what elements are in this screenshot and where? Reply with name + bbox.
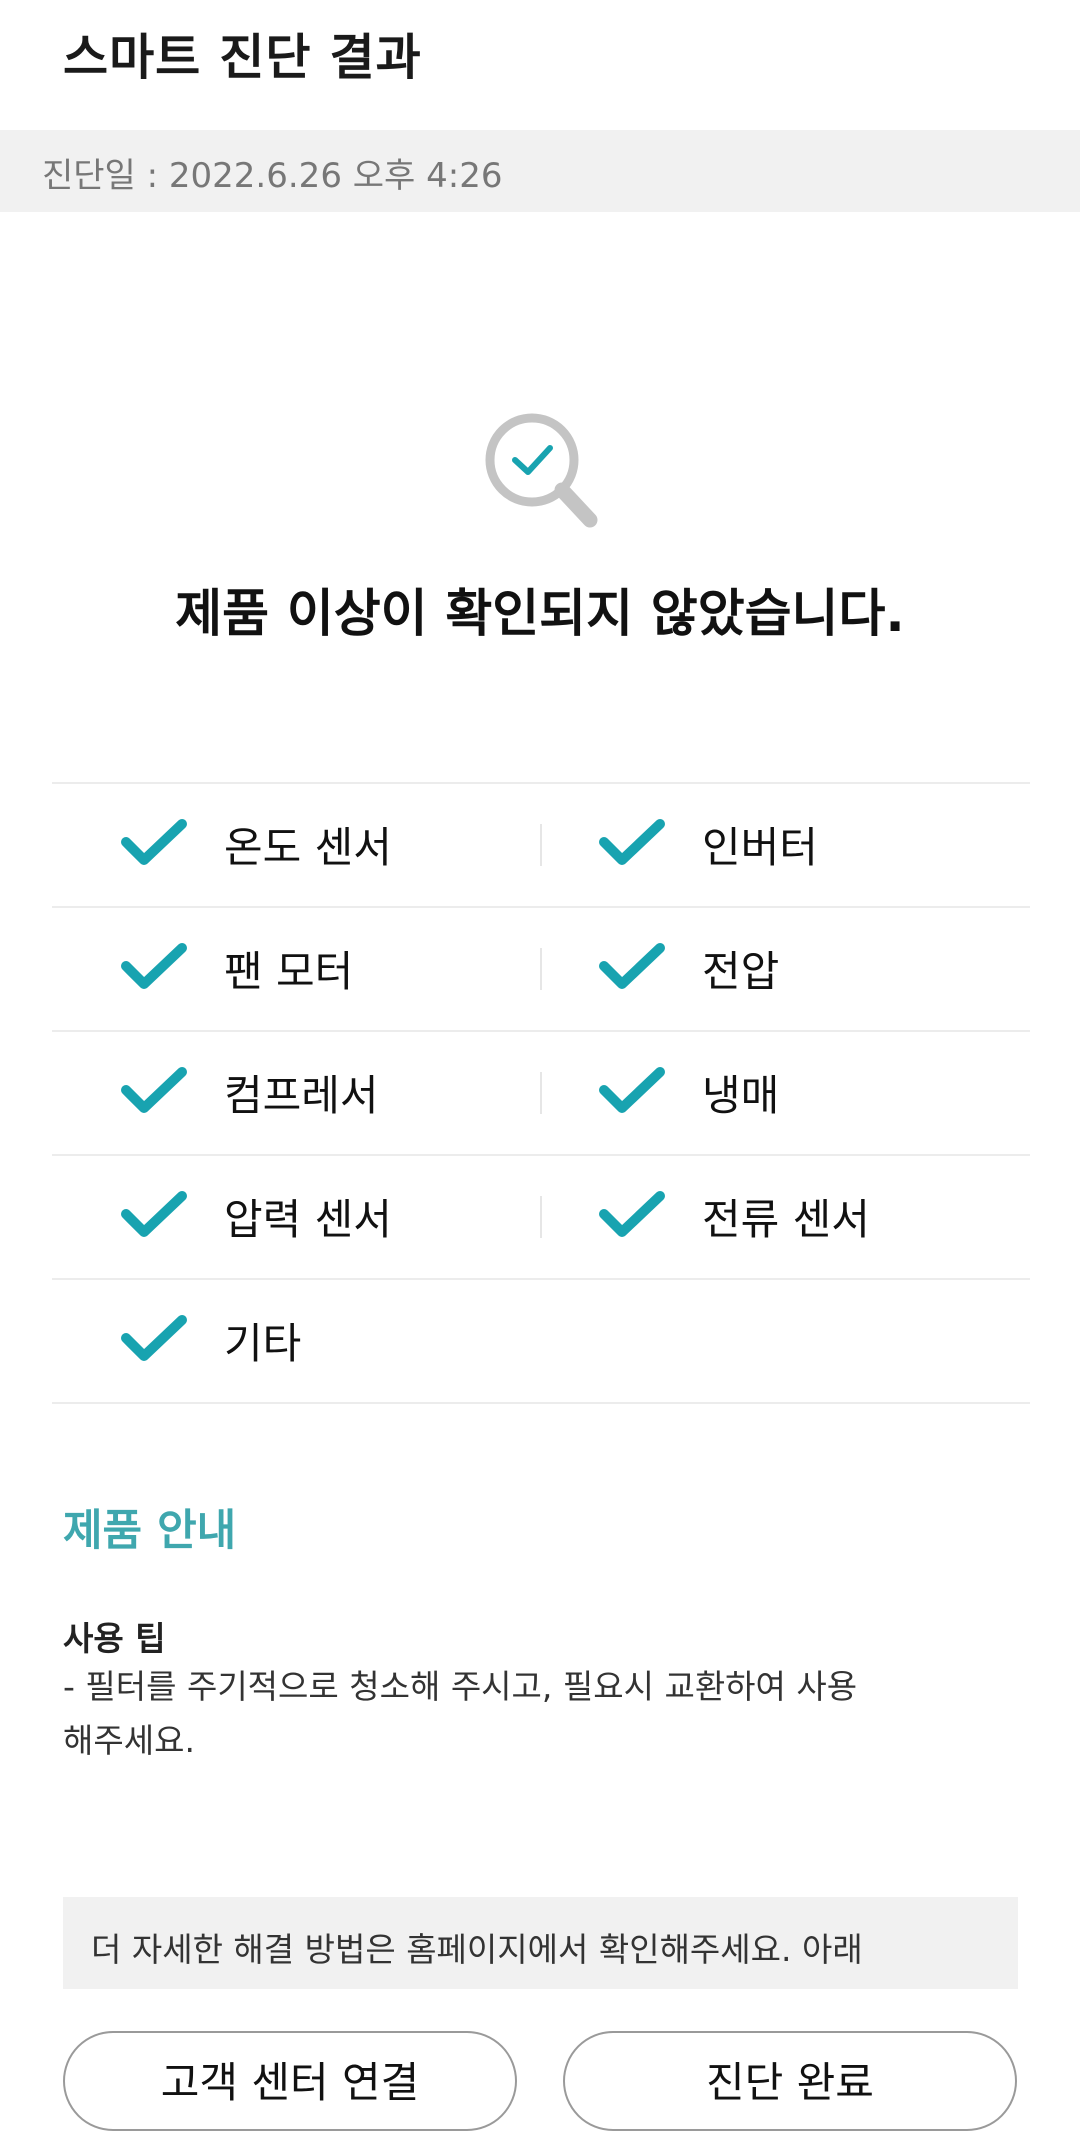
check-item: 컴프레서: [52, 1032, 532, 1154]
check-item: 온도 센서: [52, 784, 532, 906]
checklist-row: 압력 센서 전류 센서: [52, 1154, 1030, 1278]
check-icon: [598, 938, 666, 994]
header: 스마트 진단 결과: [0, 0, 1080, 130]
check-item-label: 온도 센서: [224, 823, 392, 872]
check-item: 팬 모터: [52, 908, 532, 1030]
check-icon: [598, 1062, 666, 1118]
check-item-label: 냉매: [702, 1071, 780, 1120]
check-item-label: 기타: [224, 1319, 302, 1368]
diagnosis-date: 진단일 : 2022.6.26 오후 4:26: [42, 156, 503, 196]
checklist-row: 팬 모터 전압: [52, 906, 1030, 1030]
checklist-row: 기타: [52, 1278, 1030, 1404]
check-item: 기타: [52, 1280, 532, 1402]
check-icon: [120, 1062, 188, 1118]
checklist-row: 온도 센서 인버터: [52, 782, 1030, 906]
check-icon: [120, 814, 188, 870]
customer-center-button[interactable]: 고객 센터 연결: [63, 2031, 517, 2131]
usage-tip-text: - 필터를 주기적으로 청소해 주시고, 필요시 교환하여 사용해주세요.: [63, 1667, 858, 1760]
check-item-label: 전압: [702, 947, 780, 996]
check-item: 전압: [530, 908, 1010, 1030]
finish-diagnosis-button[interactable]: 진단 완료: [563, 2031, 1017, 2131]
check-icon: [120, 1310, 188, 1366]
check-icon: [598, 1186, 666, 1242]
info-box: 더 자세한 해결 방법은 홈페이지에서 확인해주세요. 아래: [63, 1897, 1018, 1989]
check-item-label: 인버터: [702, 823, 818, 872]
result-message: 제품 이상이 확인되지 않았습니다.: [175, 585, 905, 644]
page-title: 스마트 진단 결과: [63, 29, 422, 86]
diagnosis-checklist: 온도 센서 인버터 팬 모터 전압 컴프레서 냉매 압력 센서 전류 센서 기타: [52, 782, 1030, 1404]
check-icon: [120, 938, 188, 994]
usage-tip-title: 사용 팁: [63, 1619, 166, 1658]
check-icon: [598, 814, 666, 870]
bottom-button-bar: 고객 센터 연결 진단 완료: [0, 1989, 1080, 2147]
check-item-label: 전류 센서: [702, 1195, 870, 1244]
check-item: 냉매: [530, 1032, 1010, 1154]
product-info-title: 제품 안내: [63, 1506, 237, 1556]
magnifier-check-icon: [480, 410, 604, 534]
check-item: 압력 센서: [52, 1156, 532, 1278]
check-item: 전류 센서: [530, 1156, 1010, 1278]
check-item: 인버터: [530, 784, 1010, 906]
checklist-row: 컴프레서 냉매: [52, 1030, 1030, 1154]
info-box-text: 더 자세한 해결 방법은 홈페이지에서 확인해주세요. 아래: [91, 1930, 863, 1969]
check-item-label: 압력 센서: [224, 1195, 392, 1244]
check-icon: [120, 1186, 188, 1242]
diagnosis-date-bar: 진단일 : 2022.6.26 오후 4:26: [0, 130, 1080, 212]
check-item-label: 컴프레서: [224, 1071, 379, 1120]
check-item-label: 팬 모터: [224, 947, 354, 996]
